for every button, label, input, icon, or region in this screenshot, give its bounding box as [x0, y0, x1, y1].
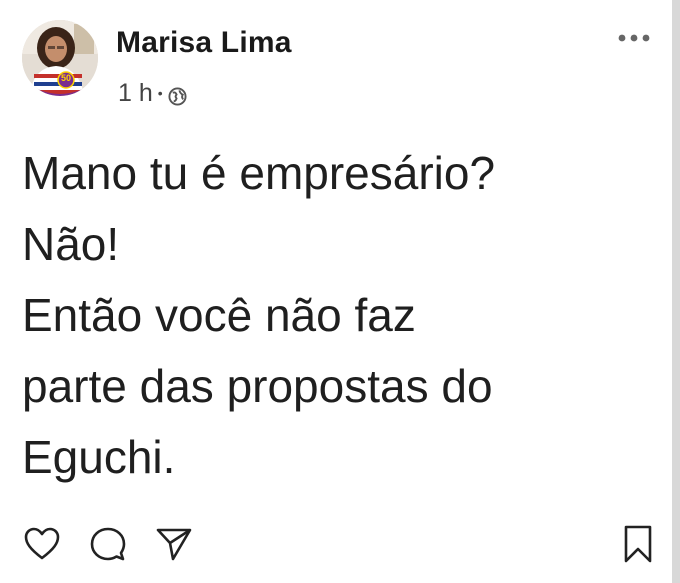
- more-options-icon: [618, 34, 650, 42]
- globe-icon: [168, 84, 187, 106]
- comment-button[interactable]: [86, 522, 130, 566]
- post-text-line: Então você não faz: [22, 289, 416, 341]
- post-card: 50 Marisa Lima 1 h • Mano tu é empresári…: [0, 0, 672, 583]
- avatar-photo: [22, 20, 98, 96]
- bookmark-icon: [624, 525, 652, 563]
- share-button[interactable]: [152, 522, 196, 566]
- post-header: 50 Marisa Lima 1 h •: [22, 20, 662, 110]
- post-actions-bar: [20, 522, 660, 570]
- heart-icon: [24, 527, 60, 560]
- post-text-line: Não!: [22, 218, 120, 270]
- post-meta: 1 h •: [118, 78, 187, 108]
- more-options-button[interactable]: [614, 28, 654, 48]
- avatar[interactable]: 50: [22, 20, 98, 96]
- bookmark-button[interactable]: [616, 522, 660, 566]
- author-name[interactable]: Marisa Lima: [116, 26, 292, 60]
- window-edge: [672, 0, 680, 583]
- post-text-line: Eguchi.: [22, 431, 176, 483]
- avatar-badge-number: 50: [60, 73, 71, 83]
- post-text-line: Mano tu é empresário?: [22, 147, 496, 199]
- share-icon: [156, 528, 192, 561]
- post-text: Mano tu é empresário? Não! Então você nã…: [22, 138, 652, 493]
- comment-icon: [90, 527, 126, 561]
- post-timestamp[interactable]: 1 h: [118, 79, 153, 108]
- post-text-line: parte das propostas do: [22, 360, 493, 412]
- like-button[interactable]: [20, 522, 64, 566]
- meta-separator: •: [157, 85, 163, 101]
